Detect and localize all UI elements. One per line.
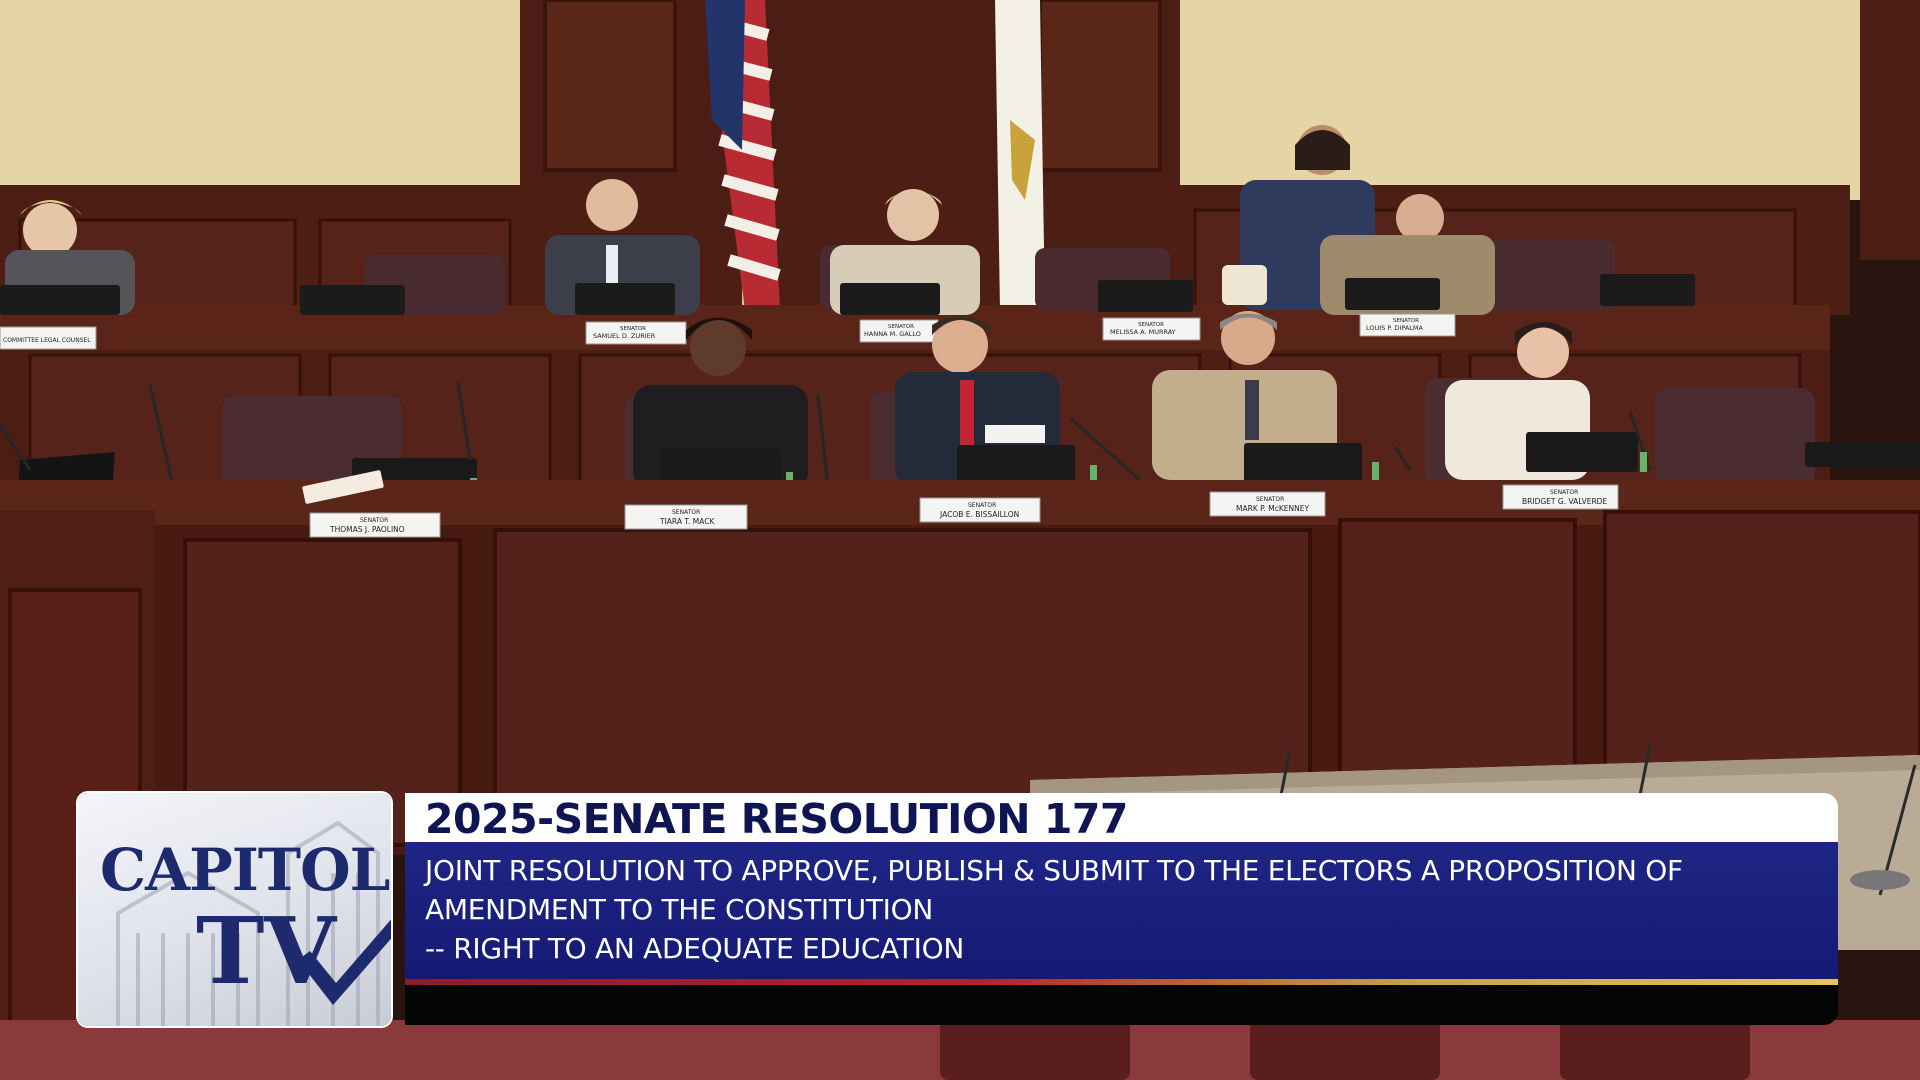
svg-text:SENATOR: SENATOR — [968, 502, 996, 509]
svg-text:SENATOR: SENATOR — [672, 509, 700, 516]
description-line-1: JOINT RESOLUTION TO APPROVE, PUBLISH & S… — [425, 854, 1683, 887]
resolution-description-bar: JOINT RESOLUTION TO APPROVE, PUBLISH & S… — [405, 842, 1838, 979]
svg-text:SENATOR: SENATOR — [1550, 489, 1578, 496]
nameplate-gallo: HANNA M. GALLO — [864, 330, 921, 338]
checkmark-icon — [298, 919, 391, 1005]
description-line-2: AMENDMENT TO THE CONSTITUTION — [425, 893, 934, 926]
nameplate-zurier: SAMUEL D. ZURIER — [593, 332, 656, 340]
capitol-tv-logo: CAPITOL TV — [78, 793, 391, 1026]
description-line-3: -- RIGHT TO AN ADEQUATE EDUCATION — [425, 932, 964, 965]
nameplate-bissaillon: JACOB E. BISSAILLON — [939, 510, 1019, 519]
nameplate-mckenney: MARK P. McKENNEY — [1236, 504, 1309, 513]
resolution-title-bar: 2025-SENATE RESOLUTION 177 — [405, 793, 1838, 843]
right-wall-panel — [1860, 0, 1920, 260]
nameplate-valverde: BRIDGET G. VALVERDE — [1522, 497, 1607, 506]
resolution-title: 2025-SENATE RESOLUTION 177 — [425, 795, 1128, 843]
svg-text:SENATOR: SENATOR — [360, 517, 388, 524]
bottom-black-bar — [405, 985, 1838, 1025]
svg-text:SENATOR: SENATOR — [1256, 496, 1284, 503]
nameplate-paolino: THOMAS J. PAOLINO — [329, 525, 405, 534]
nameplate-committee-counsel: COMMITTEE LEGAL COUNSEL — [3, 337, 91, 344]
nameplate-murray: MELISSA A. MURRAY — [1110, 328, 1176, 336]
nameplate-mack: TIARA T. MACK — [659, 517, 716, 526]
nameplate-dipalma: LOUIS P. DIPALMA — [1366, 324, 1424, 332]
